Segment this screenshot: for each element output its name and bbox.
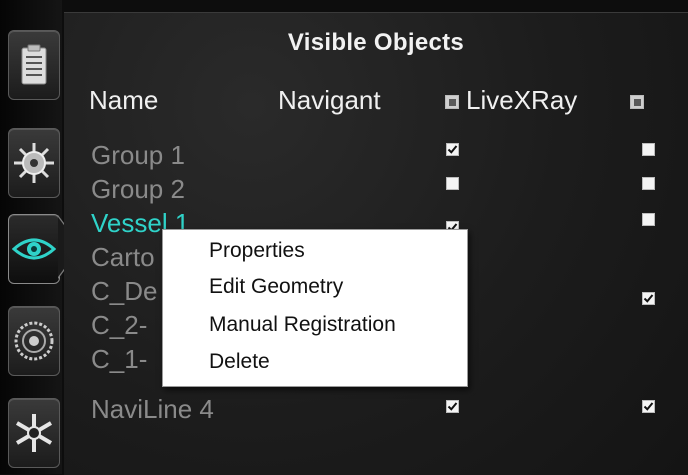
gear-wheel-icon (14, 143, 54, 183)
menu-item-properties[interactable]: Properties (209, 239, 305, 263)
menu-item-manual-registration[interactable]: Manual Registration (209, 313, 396, 337)
navigant-checkbox[interactable] (446, 400, 459, 413)
livexray-checkbox[interactable] (642, 400, 655, 413)
snowflake-icon (15, 414, 53, 452)
left-tool-rail (0, 0, 62, 474)
clipboard-button[interactable] (8, 30, 60, 100)
navigant-toggle-all-checkbox[interactable] (445, 95, 459, 109)
column-header-livexray: LiveXRay (466, 85, 578, 115)
object-row-name[interactable]: Group 1 (91, 140, 185, 171)
target-button[interactable] (8, 306, 60, 376)
navigant-checkbox[interactable] (446, 177, 459, 190)
column-header-name: Name (89, 85, 159, 115)
livexray-checkbox[interactable] (642, 177, 655, 190)
object-row-name[interactable]: C_2- (91, 310, 147, 341)
livexray-checkbox[interactable] (642, 292, 655, 305)
object-row-name[interactable]: C_1- (91, 344, 147, 375)
clipboard-icon (21, 44, 47, 85)
menu-item-delete[interactable]: Delete (209, 350, 270, 374)
object-row-name[interactable]: Group 2 (91, 174, 185, 205)
object-row-name[interactable]: Carto (91, 242, 155, 273)
livexray-toggle-all-checkbox[interactable] (630, 95, 644, 109)
context-menu: Properties Edit Geometry Manual Registra… (162, 229, 468, 387)
livexray-checkbox[interactable] (642, 213, 655, 226)
object-row-name[interactable]: NaviLine 4 (91, 394, 214, 425)
menu-item-edit-geometry[interactable]: Edit Geometry (209, 275, 343, 299)
column-header-navigant: Navigant (278, 85, 381, 115)
eye-icon (12, 238, 56, 260)
target-dial-icon (14, 321, 54, 361)
livexray-checkbox[interactable] (642, 143, 655, 156)
navigant-checkbox[interactable] (446, 143, 459, 156)
panel-title: Visible Objects (287, 29, 465, 56)
snowflake-button[interactable] (8, 398, 60, 468)
visible-objects-button[interactable] (8, 214, 60, 284)
object-row-name[interactable]: C_De (91, 276, 157, 307)
settings-button[interactable] (8, 128, 60, 198)
